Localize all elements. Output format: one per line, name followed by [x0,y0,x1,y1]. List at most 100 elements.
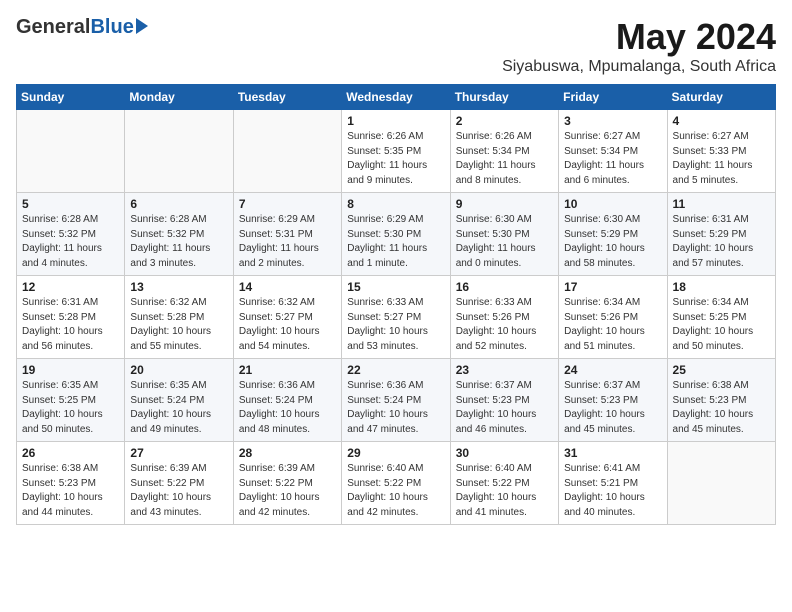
calendar-day-cell: 6 Sunrise: 6:28 AM Sunset: 5:32 PM Daylig… [125,193,233,276]
day-number: 3 [564,114,661,128]
day-number: 11 [673,197,770,211]
calendar-day-cell: 24 Sunrise: 6:37 AM Sunset: 5:23 PM Dayli… [559,359,667,442]
title-block: May 2024 Siyabuswa, Mpumalanga, South Af… [502,16,776,76]
day-number: 14 [239,280,336,294]
calendar-day-cell [17,110,125,193]
calendar-day-cell: 21 Sunrise: 6:36 AM Sunset: 5:24 PM Dayli… [233,359,341,442]
day-number: 21 [239,363,336,377]
day-number: 24 [564,363,661,377]
day-info: Sunrise: 6:40 AM Sunset: 5:22 PM Dayligh… [347,462,444,520]
day-info: Sunrise: 6:38 AM Sunset: 5:23 PM Dayligh… [22,462,119,520]
calendar-week-row: 5 Sunrise: 6:28 AM Sunset: 5:32 PM Daylig… [17,193,776,276]
calendar-day-cell: 9Sunrise: 6:30 AM Sunset: 5:30 PM Daylig… [450,193,558,276]
day-of-week-header: Sunday [17,85,125,110]
day-info: Sunrise: 6:39 AM Sunset: 5:22 PM Dayligh… [239,462,336,520]
logo-blue-text: Blue [90,16,133,39]
day-number: 20 [130,363,227,377]
day-number: 18 [673,280,770,294]
day-info: Sunrise: 6:32 AM Sunset: 5:27 PM Dayligh… [239,296,336,354]
day-info: Sunrise: 6:33 AM Sunset: 5:26 PM Dayligh… [456,296,553,354]
calendar-day-cell: 20 Sunrise: 6:35 AM Sunset: 5:24 PM Dayli… [125,359,233,442]
day-info: Sunrise: 6:35 AM Sunset: 5:24 PM Dayligh… [130,379,227,437]
day-number: 25 [673,363,770,377]
day-number: 10 [564,197,661,211]
day-of-week-header: Tuesday [233,85,341,110]
day-info: Sunrise: 6:31 AM Sunset: 5:28 PM Dayligh… [22,296,119,354]
calendar-day-cell: 15Sunrise: 6:33 AM Sunset: 5:27 PM Dayli… [342,276,450,359]
logo-general-text: General [16,16,90,39]
calendar-day-cell: 11 Sunrise: 6:31 AM Sunset: 5:29 PM Dayli… [667,193,775,276]
calendar-day-cell [125,110,233,193]
day-info: Sunrise: 6:36 AM Sunset: 5:24 PM Dayligh… [239,379,336,437]
calendar-day-cell: 3 Sunrise: 6:27 AM Sunset: 5:34 PM Daylig… [559,110,667,193]
calendar-header-row: SundayMondayTuesdayWednesdayThursdayFrid… [17,85,776,110]
day-of-week-header: Monday [125,85,233,110]
day-number: 31 [564,446,661,460]
day-info: Sunrise: 6:29 AM Sunset: 5:31 PM Dayligh… [239,213,336,271]
day-info: Sunrise: 6:26 AM Sunset: 5:34 PM Dayligh… [456,130,553,188]
calendar-day-cell: 19Sunrise: 6:35 AM Sunset: 5:25 PM Dayli… [17,359,125,442]
day-info: Sunrise: 6:28 AM Sunset: 5:32 PM Dayligh… [22,213,119,271]
calendar-day-cell: 31 Sunrise: 6:41 AM Sunset: 5:21 PM Dayli… [559,442,667,525]
day-number: 28 [239,446,336,460]
calendar-day-cell: 14 Sunrise: 6:32 AM Sunset: 5:27 PM Dayli… [233,276,341,359]
calendar-location: Siyabuswa, Mpumalanga, South Africa [502,58,776,76]
calendar-day-cell: 10Sunrise: 6:30 AM Sunset: 5:29 PM Dayli… [559,193,667,276]
day-number: 6 [130,197,227,211]
day-info: Sunrise: 6:27 AM Sunset: 5:33 PM Dayligh… [673,130,770,188]
calendar-day-cell: 2 Sunrise: 6:26 AM Sunset: 5:34 PM Daylig… [450,110,558,193]
calendar-week-row: 19Sunrise: 6:35 AM Sunset: 5:25 PM Dayli… [17,359,776,442]
day-info: Sunrise: 6:28 AM Sunset: 5:32 PM Dayligh… [130,213,227,271]
calendar-day-cell [667,442,775,525]
calendar-day-cell: 5 Sunrise: 6:28 AM Sunset: 5:32 PM Daylig… [17,193,125,276]
day-of-week-header: Friday [559,85,667,110]
day-info: Sunrise: 6:39 AM Sunset: 5:22 PM Dayligh… [130,462,227,520]
calendar-day-cell: 8Sunrise: 6:29 AM Sunset: 5:30 PM Daylig… [342,193,450,276]
day-number: 2 [456,114,553,128]
day-number: 5 [22,197,119,211]
day-info: Sunrise: 6:26 AM Sunset: 5:35 PM Dayligh… [347,130,444,188]
calendar-day-cell: 7Sunrise: 6:29 AM Sunset: 5:31 PM Daylig… [233,193,341,276]
day-info: Sunrise: 6:37 AM Sunset: 5:23 PM Dayligh… [564,379,661,437]
calendar-day-cell: 18 Sunrise: 6:34 AM Sunset: 5:25 PM Dayli… [667,276,775,359]
day-info: Sunrise: 6:41 AM Sunset: 5:21 PM Dayligh… [564,462,661,520]
day-number: 12 [22,280,119,294]
calendar-day-cell: 28 Sunrise: 6:39 AM Sunset: 5:22 PM Dayli… [233,442,341,525]
calendar-week-row: 26 Sunrise: 6:38 AM Sunset: 5:23 PM Dayli… [17,442,776,525]
day-number: 8 [347,197,444,211]
day-number: 15 [347,280,444,294]
logo: General Blue [16,16,148,39]
calendar-day-cell: 29 Sunrise: 6:40 AM Sunset: 5:22 PM Dayli… [342,442,450,525]
calendar-week-row: 1Sunrise: 6:26 AM Sunset: 5:35 PM Daylig… [17,110,776,193]
day-info: Sunrise: 6:27 AM Sunset: 5:34 PM Dayligh… [564,130,661,188]
day-info: Sunrise: 6:32 AM Sunset: 5:28 PM Dayligh… [130,296,227,354]
day-number: 23 [456,363,553,377]
day-number: 19 [22,363,119,377]
calendar-day-cell: 12 Sunrise: 6:31 AM Sunset: 5:28 PM Dayli… [17,276,125,359]
day-info: Sunrise: 6:36 AM Sunset: 5:24 PM Dayligh… [347,379,444,437]
calendar-week-row: 12 Sunrise: 6:31 AM Sunset: 5:28 PM Dayli… [17,276,776,359]
calendar-day-cell [233,110,341,193]
calendar-day-cell: 16 Sunrise: 6:33 AM Sunset: 5:26 PM Dayli… [450,276,558,359]
day-info: Sunrise: 6:37 AM Sunset: 5:23 PM Dayligh… [456,379,553,437]
day-info: Sunrise: 6:38 AM Sunset: 5:23 PM Dayligh… [673,379,770,437]
day-info: Sunrise: 6:40 AM Sunset: 5:22 PM Dayligh… [456,462,553,520]
calendar-day-cell: 1Sunrise: 6:26 AM Sunset: 5:35 PM Daylig… [342,110,450,193]
calendar-day-cell: 26 Sunrise: 6:38 AM Sunset: 5:23 PM Dayli… [17,442,125,525]
day-info: Sunrise: 6:34 AM Sunset: 5:25 PM Dayligh… [673,296,770,354]
calendar-day-cell: 30 Sunrise: 6:40 AM Sunset: 5:22 PM Dayli… [450,442,558,525]
day-of-week-header: Thursday [450,85,558,110]
day-number: 30 [456,446,553,460]
calendar-day-cell: 13Sunrise: 6:32 AM Sunset: 5:28 PM Dayli… [125,276,233,359]
day-number: 29 [347,446,444,460]
calendar-table: SundayMondayTuesdayWednesdayThursdayFrid… [16,84,776,525]
calendar-day-cell: 25 Sunrise: 6:38 AM Sunset: 5:23 PM Dayli… [667,359,775,442]
day-number: 22 [347,363,444,377]
calendar-day-cell: 23 Sunrise: 6:37 AM Sunset: 5:23 PM Dayli… [450,359,558,442]
logo-arrow-icon [136,18,148,34]
day-info: Sunrise: 6:31 AM Sunset: 5:29 PM Dayligh… [673,213,770,271]
day-number: 26 [22,446,119,460]
day-number: 16 [456,280,553,294]
calendar-title: May 2024 [502,16,776,58]
page-header: General Blue May 2024 Siyabuswa, Mpumala… [16,16,776,76]
